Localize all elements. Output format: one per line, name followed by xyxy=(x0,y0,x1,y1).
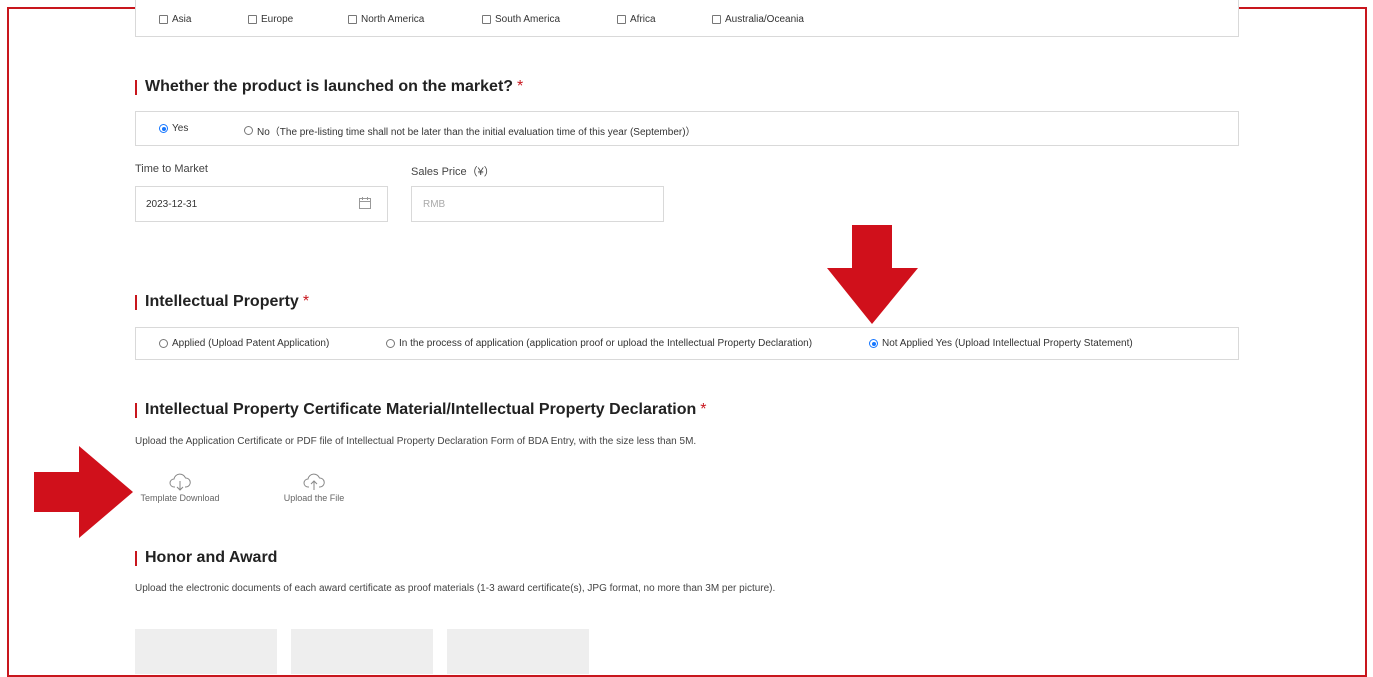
required-mark: * xyxy=(302,293,310,310)
award-upload-slot[interactable] xyxy=(135,629,277,674)
honor-title-text: Honor and Award xyxy=(145,549,278,566)
annotation-arrow-right-icon xyxy=(34,446,133,538)
honor-description: Upload the electronic documents of each … xyxy=(135,583,776,594)
radio-label: Not Applied Yes (Upload Intellectual Pro… xyxy=(882,338,1133,349)
ip-radio-not-applied[interactable]: Not Applied Yes (Upload Intellectual Pro… xyxy=(869,338,1133,349)
time-to-market-label: Time to Market xyxy=(135,163,208,175)
radio-icon xyxy=(244,126,253,135)
ip-radio-applied[interactable]: Applied (Upload Patent Application) xyxy=(159,338,329,349)
radio-label: Yes xyxy=(172,123,189,134)
checkbox-icon xyxy=(617,15,626,24)
continent-box xyxy=(135,0,1239,37)
market-radio-yes[interactable]: Yes xyxy=(159,123,188,134)
radio-label: Applied (Upload Patent Application) xyxy=(172,338,330,349)
sales-price-placeholder: RMB xyxy=(423,199,446,210)
required-mark: * xyxy=(700,401,707,418)
radio-label: No（The pre-listing time shall not be lat… xyxy=(257,127,696,138)
continent-label: North America xyxy=(361,14,425,25)
checkbox-icon xyxy=(482,15,491,24)
ip-material-description: Upload the Application Certificate or PD… xyxy=(135,436,697,447)
continent-label: Australia/Oceania xyxy=(725,14,804,25)
template-download-label: Template Download xyxy=(140,493,220,503)
continent-label: Europe xyxy=(261,14,294,25)
award-upload-slot[interactable] xyxy=(447,629,589,674)
radio-selected-icon xyxy=(869,339,878,348)
continent-checkbox-south-america[interactable]: South America xyxy=(482,14,560,25)
required-mark: * xyxy=(517,78,524,95)
upload-file-label: Upload the File xyxy=(283,493,345,503)
continent-label: Asia xyxy=(172,14,192,25)
checkbox-icon xyxy=(348,15,357,24)
continent-checkbox-asia[interactable]: Asia xyxy=(159,14,191,25)
continent-checkbox-africa[interactable]: Africa xyxy=(617,14,656,25)
time-to-market-value: 2023-12-31 xyxy=(146,199,198,210)
radio-icon xyxy=(159,339,168,348)
radio-selected-icon xyxy=(159,124,168,133)
ip-section-title: Intellectual Property * xyxy=(135,293,309,311)
template-download-button[interactable]: Template Download xyxy=(135,472,225,503)
sales-price-input[interactable] xyxy=(411,186,664,222)
radio-label: In the process of application (applicati… xyxy=(399,338,813,349)
checkbox-icon xyxy=(712,15,721,24)
sales-price-label: Sales Price（¥） xyxy=(411,166,495,178)
annotation-arrow-down-icon xyxy=(827,225,918,324)
ip-radio-in-process[interactable]: In the process of application (applicati… xyxy=(386,338,812,349)
market-title-text: Whether the product is launched on the m… xyxy=(145,78,514,95)
continent-checkbox-australia-oceania[interactable]: Australia/Oceania xyxy=(712,14,804,25)
honor-section-title: Honor and Award xyxy=(135,549,277,567)
award-upload-slot[interactable] xyxy=(291,629,433,674)
continent-label: Africa xyxy=(630,14,656,25)
market-radio-no[interactable]: No（The pre-listing time shall not be lat… xyxy=(244,123,696,138)
checkbox-icon xyxy=(159,15,168,24)
continent-checkbox-north-america[interactable]: North America xyxy=(348,14,424,25)
continent-label: South America xyxy=(495,14,561,25)
market-section-title: Whether the product is launched on the m… xyxy=(135,78,523,96)
continent-checkbox-europe[interactable]: Europe xyxy=(248,14,293,25)
calendar-icon[interactable] xyxy=(358,196,372,215)
cloud-download-icon xyxy=(169,473,191,491)
ip-material-section-title: Intellectual Property Certificate Materi… xyxy=(135,401,707,419)
ip-material-title-text: Intellectual Property Certificate Materi… xyxy=(145,401,697,418)
upload-file-button[interactable]: Upload the File xyxy=(269,472,359,503)
cloud-upload-icon xyxy=(303,473,325,490)
checkbox-icon xyxy=(248,15,257,24)
radio-icon xyxy=(386,339,395,348)
ip-title-text: Intellectual Property xyxy=(145,293,299,310)
